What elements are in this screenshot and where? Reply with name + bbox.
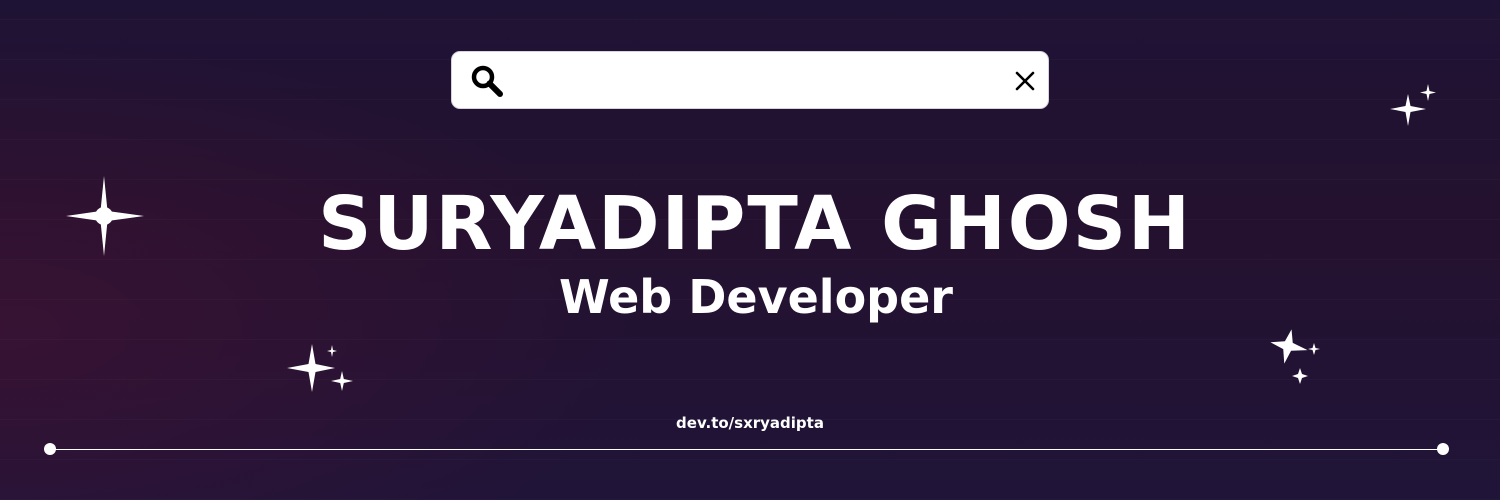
- sparkle-icon: [66, 176, 144, 256]
- profile-link[interactable]: dev.to/sxryadipta: [0, 412, 1500, 434]
- sparkle-icon: [1390, 84, 1436, 126]
- sparkle-icon: [1270, 329, 1320, 384]
- search-icon[interactable]: [470, 64, 504, 98]
- profile-banner: SURYADIPTA GHOSH Web Developer dev.to/sx…: [0, 0, 1500, 500]
- divider-dot-right: [1437, 443, 1449, 455]
- search-bar[interactable]: [451, 51, 1049, 109]
- divider-line: [50, 449, 1443, 450]
- close-icon[interactable]: [1014, 70, 1036, 92]
- search-input[interactable]: [510, 62, 994, 102]
- profile-name: SURYADIPTA GHOSH: [318, 181, 1192, 267]
- divider-dot-left: [44, 443, 56, 455]
- profile-role: Web Developer: [559, 270, 953, 324]
- sparkle-icon: [287, 344, 353, 392]
